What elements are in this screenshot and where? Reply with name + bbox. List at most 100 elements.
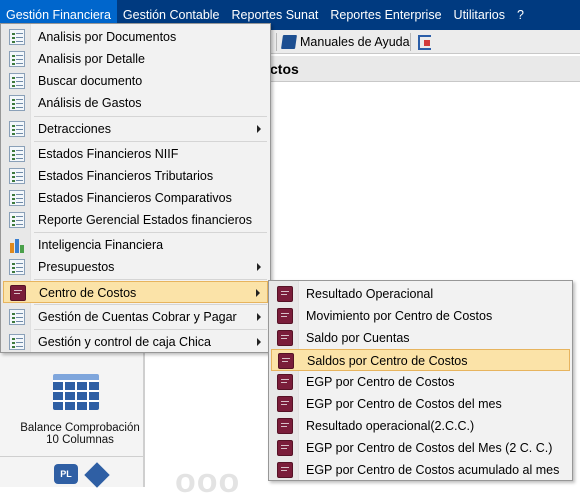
centro-costos-submenu: Resultado Operacional Movimiento por Cen… (268, 280, 573, 481)
document-list-icon (9, 212, 25, 228)
pl-icon[interactable]: PL (54, 464, 78, 484)
menu-item-label: Detracciones (38, 122, 111, 136)
submenu-arrow-icon (256, 289, 260, 297)
tile-label-line1: Balance Comprobación (20, 422, 140, 434)
document-list-icon (9, 190, 25, 206)
menu-item-analisis-documentos[interactable]: Analisis por Documentos (3, 26, 268, 48)
menu-item-ef-tributarios[interactable]: Estados Financieros Tributarios (3, 165, 268, 187)
spreadsheet-icon[interactable] (53, 374, 99, 410)
submenu-item-egp-cc-mes[interactable]: EGP por Centro de Costos del mes (271, 393, 570, 415)
submenu-item-label: EGP por Centro de Costos del Mes (2 C. C… (306, 441, 553, 455)
report-book-icon (277, 440, 293, 456)
menu-utilitarios[interactable]: Utilitarios (448, 0, 511, 30)
submenu-arrow-icon (257, 125, 261, 133)
document-list-icon (9, 51, 25, 67)
menu-item-label: Analisis por Documentos (38, 30, 177, 44)
submenu-arrow-icon (257, 338, 261, 346)
menu-item-label: Centro de Costos (39, 286, 137, 300)
document-list-icon (9, 168, 25, 184)
menu-item-reporte-gerencial[interactable]: Reporte Gerencial Estados financieros (3, 209, 268, 231)
submenu-item-egp-cc[interactable]: EGP por Centro de Costos (271, 371, 570, 393)
document-list-icon (9, 259, 25, 275)
report-book-icon (278, 353, 294, 369)
tile-label-line2: 10 Columnas (46, 434, 114, 446)
document-list-icon (9, 95, 25, 111)
submenu-item-label: Movimiento por Centro de Costos (306, 309, 493, 323)
submenu-item-saldo-cuentas[interactable]: Saldo por Cuentas (271, 327, 570, 349)
menu-separator (34, 141, 267, 142)
toolbar: Manuales de Ayuda (268, 30, 580, 54)
document-list-icon (9, 121, 25, 137)
report-book-icon (277, 286, 293, 302)
menu-item-analisis-detalle[interactable]: Analisis por Detalle (3, 48, 268, 70)
panel-divider (0, 456, 143, 457)
menu-item-label: Estados Financieros Tributarios (38, 169, 214, 183)
diamond-icon[interactable] (84, 462, 110, 488)
submenu-item-label: EGP por Centro de Costos acumulado al me… (306, 463, 560, 477)
document-list-icon (9, 309, 25, 325)
submenu-item-label: EGP por Centro de Costos (306, 375, 455, 389)
manuales-ayuda-button[interactable]: Manuales de Ayuda (281, 33, 410, 51)
bar-chart-icon (9, 237, 25, 253)
report-book-icon (10, 285, 26, 301)
submenu-item-movimiento-cc[interactable]: Movimiento por Centro de Costos (271, 305, 570, 327)
document-list-icon (9, 29, 25, 45)
submenu-item-egp-cc-mes-2cc[interactable]: EGP por Centro de Costos del Mes (2 C. C… (271, 437, 570, 459)
menu-item-cuentas-cobrar-pagar[interactable]: Gestión de Cuentas Cobrar y Pagar (3, 306, 268, 328)
menu-item-detracciones[interactable]: Detracciones (3, 118, 268, 140)
menu-item-label: Reporte Gerencial Estados financieros (38, 213, 253, 227)
book-icon (281, 35, 297, 49)
background-watermark: ooo (175, 462, 241, 500)
menu-help[interactable]: ? (511, 0, 530, 30)
menu-separator (34, 279, 267, 280)
submenu-item-label: Saldo por Cuentas (306, 331, 410, 345)
report-book-icon (277, 462, 293, 478)
menu-item-caja-chica[interactable]: Gestión y control de caja Chica (3, 331, 268, 353)
submenu-item-saldos-cc[interactable]: Saldos por Centro de Costos (271, 349, 570, 371)
submenu-arrow-icon (257, 313, 261, 321)
report-book-icon (277, 308, 293, 324)
toolbar-separator (276, 33, 277, 51)
menu-item-label: Presupuestos (38, 260, 115, 274)
menu-item-ef-comparativos[interactable]: Estados Financieros Comparativos (3, 187, 268, 209)
menu-item-centro-costos[interactable]: Centro de Costos (3, 281, 268, 303)
document-list-icon (9, 334, 25, 350)
report-book-icon (277, 374, 293, 390)
submenu-item-resultado-operacional-2cc[interactable]: Resultado operacional(2.C.C.) (271, 415, 570, 437)
menu-item-label: Estados Financieros NIIF (38, 147, 179, 161)
menu-item-label: Gestión y control de caja Chica (38, 335, 212, 349)
menu-item-ef-niif[interactable]: Estados Financieros NIIF (3, 143, 268, 165)
menu-item-label: Estados Financieros Comparativos (38, 191, 232, 205)
menu-item-inteligencia-financiera[interactable]: Inteligencia Financiera (3, 234, 268, 256)
menu-reportes-enterprise[interactable]: Reportes Enterprise (324, 0, 447, 30)
document-list-icon (9, 146, 25, 162)
exit-icon (418, 34, 431, 50)
menu-item-presupuestos[interactable]: Presupuestos (3, 256, 268, 278)
menu-item-analisis-gastos[interactable]: Análisis de Gastos (3, 92, 268, 114)
submenu-item-resultado-operacional[interactable]: Resultado Operacional (271, 283, 570, 305)
manuales-ayuda-label: Manuales de Ayuda (300, 35, 410, 49)
submenu-item-label: Saldos por Centro de Costos (307, 354, 468, 368)
menu-item-label: Buscar documento (38, 74, 143, 88)
document-list-icon (9, 73, 25, 89)
menu-separator (34, 304, 267, 305)
menu-separator (34, 116, 267, 117)
submenu-arrow-icon (257, 263, 261, 271)
menu-item-label: Gestión de Cuentas Cobrar y Pagar (38, 310, 237, 324)
exit-button[interactable] (418, 33, 431, 51)
window-header: ctos (268, 56, 580, 82)
menu-item-label: Inteligencia Financiera (38, 238, 164, 252)
submenu-item-egp-cc-acumulado[interactable]: EGP por Centro de Costos acumulado al me… (271, 459, 570, 481)
report-book-icon (277, 418, 293, 434)
submenu-item-label: EGP por Centro de Costos del mes (306, 397, 502, 411)
shortcut-panel: Balance Comprobación 10 Columnas PL (0, 352, 143, 488)
menu-separator (34, 232, 267, 233)
gestion-financiera-dropdown: Analisis por Documentos Analisis por Det… (0, 23, 271, 353)
toolbar-separator (410, 33, 411, 51)
window-title: ctos (270, 61, 299, 77)
report-book-icon (277, 396, 293, 412)
menu-item-label: Analisis por Detalle (38, 52, 145, 66)
balance-comprobacion-tile[interactable]: Balance Comprobación 10 Columnas (0, 422, 160, 446)
menu-item-buscar-documento[interactable]: Buscar documento (3, 70, 268, 92)
menu-separator (34, 329, 267, 330)
